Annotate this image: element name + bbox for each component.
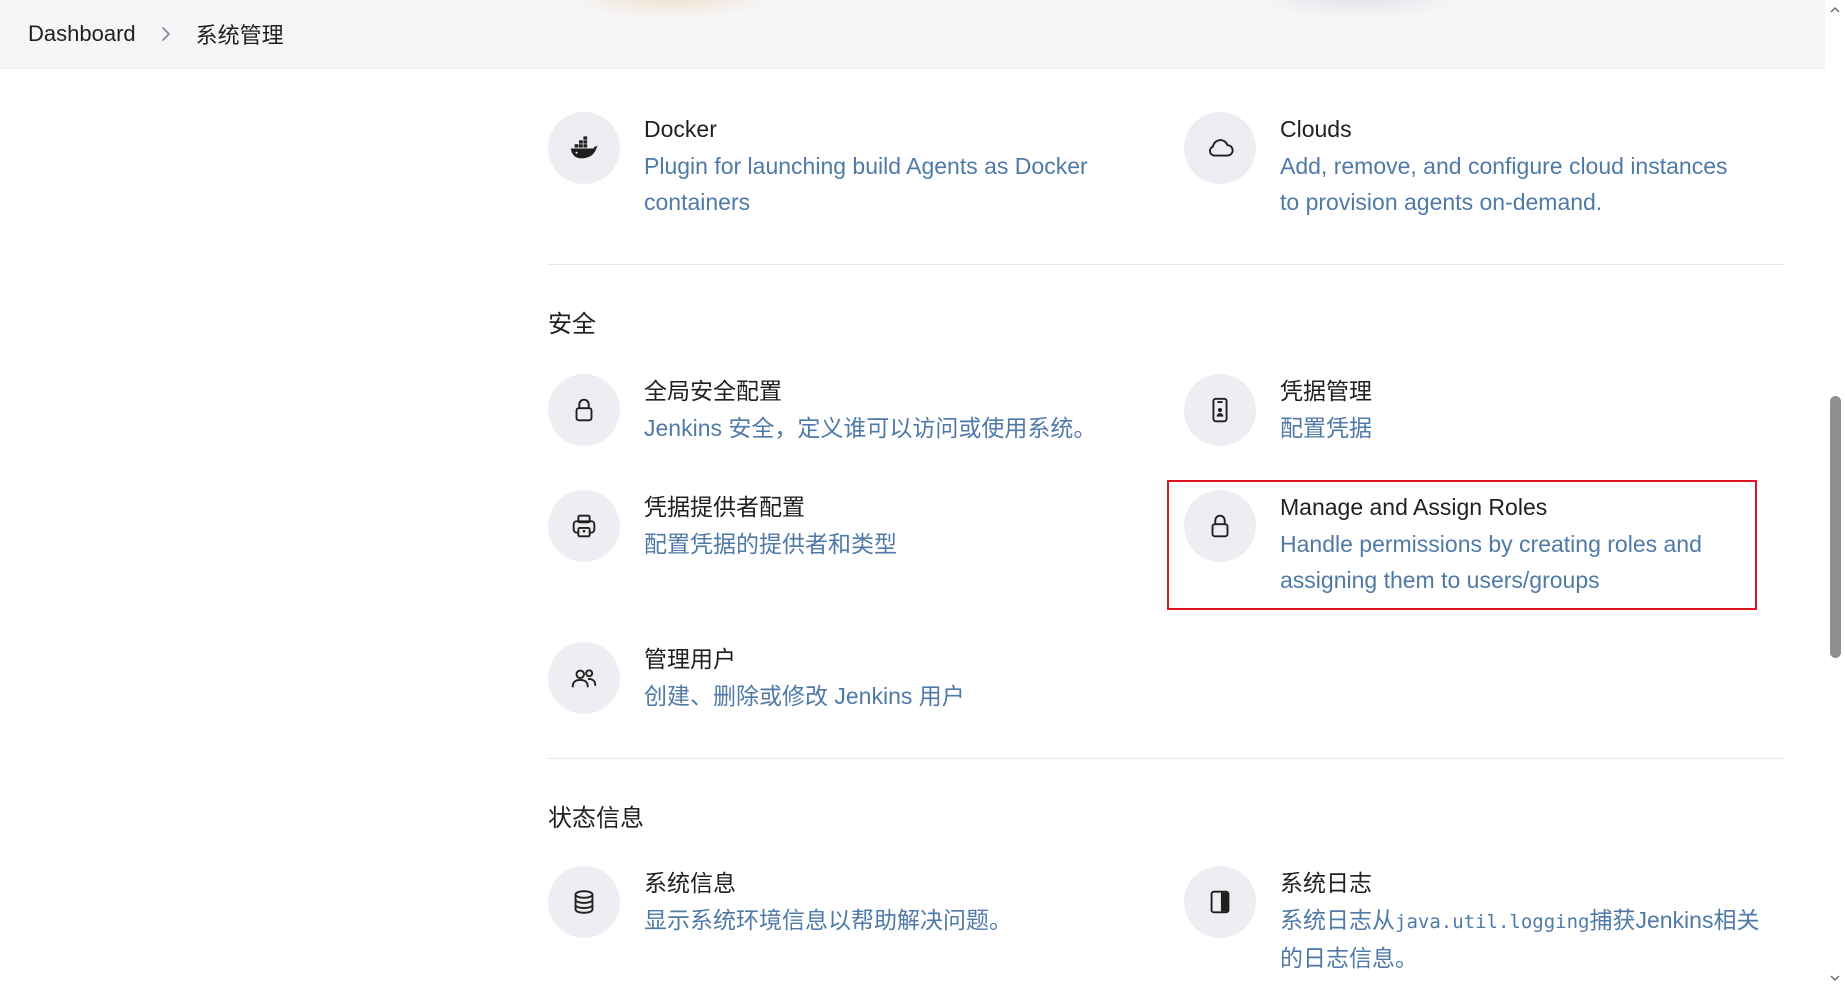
system-info-description: 显示系统环境信息以帮助解决问题。: [644, 907, 1012, 933]
id-card-icon: [1184, 374, 1256, 446]
system-log-desc-post: 捕获Jenkins相关: [1589, 907, 1760, 933]
clouds-item[interactable]: Clouds Add, remove, and configure cloud …: [1184, 112, 1784, 220]
database-icon: [548, 866, 620, 938]
credentials-item[interactable]: 凭据管理 配置凭据: [1184, 374, 1784, 446]
lock-icon: [548, 374, 620, 446]
system-log-desc-code: java.util.logging: [1395, 911, 1590, 933]
system-log-title: 系统日志: [1280, 870, 1372, 896]
scrollbar-thumb[interactable]: [1830, 396, 1841, 658]
decorative-blur: [1250, 0, 1470, 20]
highlight-box: [1167, 480, 1757, 610]
global-security-title: 全局安全配置: [644, 378, 782, 404]
clouds-description-line1: Add, remove, and configure cloud instanc…: [1280, 153, 1728, 179]
breadcrumb-dashboard-link[interactable]: Dashboard: [28, 21, 136, 47]
system-log-desc-pre: 系统日志从: [1280, 907, 1395, 933]
credentials-title: 凭据管理: [1280, 378, 1372, 404]
manage-users-item[interactable]: 管理用户 创建、删除或修改 Jenkins 用户: [548, 642, 1148, 714]
status-section-title: 状态信息: [548, 805, 644, 832]
credentials-description: 配置凭据: [1280, 415, 1372, 441]
clouds-title: Clouds: [1280, 116, 1352, 142]
system-log-description-line1: 系统日志从java.util.logging捕获Jenkins相关: [1280, 902, 1759, 940]
cloud-icon: [1184, 112, 1256, 184]
log-panel-icon: [1184, 866, 1256, 938]
docker-title: Docker: [644, 116, 717, 142]
docker-description: Plugin for launching build Agents as Doc…: [644, 148, 1088, 220]
clouds-description-line2: to provision agents on-demand.: [1280, 189, 1603, 215]
breadcrumb-bar: Dashboard 系统管理: [0, 0, 1825, 69]
chevron-right-icon: [156, 24, 176, 44]
global-security-item[interactable]: 全局安全配置 Jenkins 安全，定义谁可以访问或使用系统。: [548, 374, 1148, 446]
credential-providers-title: 凭据提供者配置: [644, 494, 805, 520]
scroll-down-arrow-icon[interactable]: [1829, 972, 1841, 984]
system-info-title: 系统信息: [644, 870, 736, 896]
vertical-scrollbar[interactable]: [1825, 0, 1845, 988]
system-info-item[interactable]: 系统信息 显示系统环境信息以帮助解决问题。: [548, 866, 1148, 938]
docker-icon: [548, 112, 620, 184]
global-security-description: Jenkins 安全，定义谁可以访问或使用系统。: [644, 415, 1097, 441]
section-divider: [548, 758, 1784, 759]
docker-item[interactable]: Docker Plugin for launching build Agents…: [548, 112, 1148, 220]
decorative-blur: [560, 0, 780, 20]
breadcrumb: Dashboard 系统管理: [28, 0, 284, 68]
scroll-up-arrow-icon[interactable]: [1829, 4, 1841, 16]
section-divider: [548, 264, 1784, 265]
clouds-description: Add, remove, and configure cloud instanc…: [1280, 148, 1728, 220]
manage-users-description: 创建、删除或修改 Jenkins 用户: [644, 683, 965, 709]
docker-description-line1: Plugin for launching build Agents as Doc…: [644, 153, 1088, 179]
system-log-description-line2: 的日志信息。: [1280, 945, 1418, 971]
system-log-description: 系统日志从java.util.logging捕获Jenkins相关 的日志信息。: [1280, 902, 1759, 976]
manage-users-title: 管理用户: [644, 646, 736, 672]
users-icon: [548, 642, 620, 714]
credential-providers-item[interactable]: 凭据提供者配置 配置凭据的提供者和类型: [548, 490, 1148, 562]
docker-description-line2: containers: [644, 189, 751, 215]
system-log-item[interactable]: 系统日志 系统日志从java.util.logging捕获Jenkins相关 的…: [1184, 866, 1784, 976]
credential-providers-description: 配置凭据的提供者和类型: [644, 531, 897, 557]
credential-provider-icon: [548, 490, 620, 562]
security-section-title: 安全: [548, 311, 596, 338]
breadcrumb-current: 系统管理: [195, 23, 284, 48]
